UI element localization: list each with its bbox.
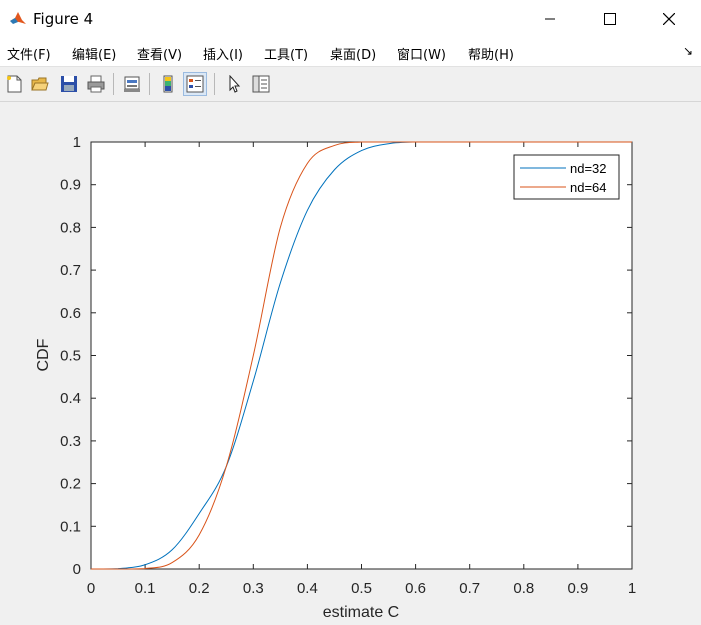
save-button[interactable] [57,72,81,96]
x-tick-label: 0.4 [297,580,318,597]
toolbar-separator [149,73,150,95]
legend-icon [186,75,204,93]
y-tick-label: 0.6 [60,305,81,322]
y-tick-label: 0.1 [60,518,81,535]
menu-tools[interactable]: 工具(T) [264,44,308,63]
title-bar: Figure 4 [0,0,701,38]
open-file-icon [31,77,49,91]
x-tick-label: 0.6 [405,580,426,597]
y-tick-label: 0.5 [60,348,81,365]
minimize-icon [545,18,555,20]
print-icon [87,75,105,93]
new-figure-button[interactable] [2,72,26,96]
colorbar-icon [163,75,173,93]
menu-edit[interactable]: 编辑(E) [72,44,116,63]
x-tick-label: 1 [628,580,636,597]
x-tick-label: 0.1 [135,580,156,597]
close-icon [663,13,675,25]
pointer-icon [229,75,241,93]
y-tick-label: 0 [73,561,81,578]
menu-window[interactable]: 窗口(W) [397,44,446,63]
print-button[interactable] [84,72,108,96]
minimize-button[interactable] [527,4,573,34]
x-tick-label: 0.3 [243,580,264,597]
y-axis-label: CDF [35,338,52,371]
new-figure-icon [7,75,22,93]
menu-file[interactable]: 文件(F) [7,44,51,63]
insert-legend-button[interactable] [183,72,207,96]
toolbar-dock-arrow-icon[interactable]: ↘ [683,44,693,58]
menu-bar: 文件(F) 编辑(E) 查看(V) 插入(I) 工具(T) 桌面(D) 窗口(W… [0,38,701,67]
figure-canvas: 0 0.1 0.2 0.3 0.4 0.5 0.6 0.7 0.8 0.9 1 0 0.1 0.2 0.3 0… [35,134,636,621]
link-plot-icon [124,76,140,92]
x-tick-label: 0 [87,580,95,597]
x-tick-label: 0.2 [189,580,210,597]
x-tick-label: 0.7 [459,580,480,597]
figure-toolbar [0,67,701,102]
y-tick-label: 1 [73,134,81,151]
menu-desktop[interactable]: 桌面(D) [330,44,376,63]
y-tick-label: 0.3 [60,433,81,450]
open-file-button[interactable] [28,72,52,96]
toolbar-separator [214,73,215,95]
y-tick-label: 0.7 [60,262,81,279]
insert-colorbar-button[interactable] [156,72,180,96]
close-button[interactable] [646,4,692,34]
edit-plot-button[interactable] [222,72,246,96]
menu-insert[interactable]: 插入(I) [203,44,243,63]
matlab-logo-icon [9,10,27,28]
axes-area[interactable] [90,141,633,570]
x-tick-label: 0.8 [513,580,534,597]
menu-view[interactable]: 查看(V) [137,44,182,63]
y-tick-label: 0.9 [60,177,81,194]
menu-help[interactable]: 帮助(H) [468,44,514,63]
maximize-button[interactable] [587,4,633,34]
y-tick-label: 0.8 [60,219,81,236]
y-tick-label: 0.4 [60,390,81,407]
y-tick-label: 0.2 [60,476,81,493]
toolbar-separator [113,73,114,95]
x-axis-label: estimate C [323,604,399,621]
property-editor-button[interactable] [249,72,273,96]
legend-entry-nd32: nd=32 [570,161,607,176]
link-plot-button[interactable] [120,72,144,96]
legend-entry-nd64: nd=64 [570,180,607,195]
x-tick-label: 0.9 [567,580,588,597]
property-editor-icon [252,75,270,93]
maximize-icon [604,13,616,25]
save-icon [61,76,77,92]
legend[interactable]: nd=32 nd=64 [513,154,620,200]
x-tick-label: 0.5 [351,580,372,597]
window-title: Figure 4 [33,10,94,28]
